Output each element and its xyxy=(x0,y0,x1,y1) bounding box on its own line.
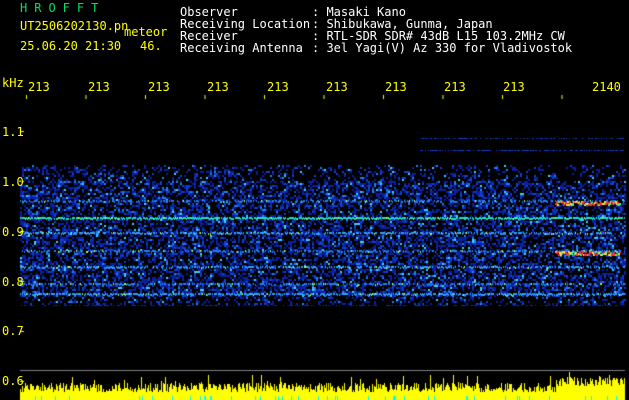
y-tick-label: 0.6 xyxy=(2,374,24,388)
brand-label: HROFFT xyxy=(20,1,106,15)
x-tick-label: 2140 xyxy=(592,80,621,94)
y-tick-label: 0.8 xyxy=(2,275,24,289)
x-tick-label: 213 xyxy=(444,80,466,94)
x-tick-label: 213 xyxy=(207,80,229,94)
mode-label: meteor xyxy=(124,25,168,39)
x-tick-label: 213 xyxy=(503,80,525,94)
x-tick-label: 213 xyxy=(88,80,110,94)
spectrogram-canvas xyxy=(0,0,629,400)
info-value-antenna: : 3el Yagi(V) Az 330 for Vladivostok xyxy=(312,41,573,55)
info-label-antenna: Receiving Antenna xyxy=(180,41,303,55)
y-tick-label: 0.9 xyxy=(2,225,24,239)
x-tick-label: 213 xyxy=(385,80,407,94)
x-tick-label: 213 xyxy=(267,80,289,94)
filename-label: UT2506202130.pn xyxy=(20,19,129,33)
x-tick-label: 213 xyxy=(148,80,170,94)
y-tick-label: 0.7 xyxy=(2,324,24,338)
y-tick-label: 1.1 xyxy=(2,125,24,139)
y-tick-label: 1.0 xyxy=(2,175,24,189)
datetime-label: 25.06.20 21:30 xyxy=(20,39,122,53)
count-label: 46. xyxy=(140,39,162,53)
x-tick-label: 213 xyxy=(326,80,348,94)
x-tick-label: 213 xyxy=(28,80,50,94)
y-axis-unit: kHz xyxy=(2,76,24,90)
